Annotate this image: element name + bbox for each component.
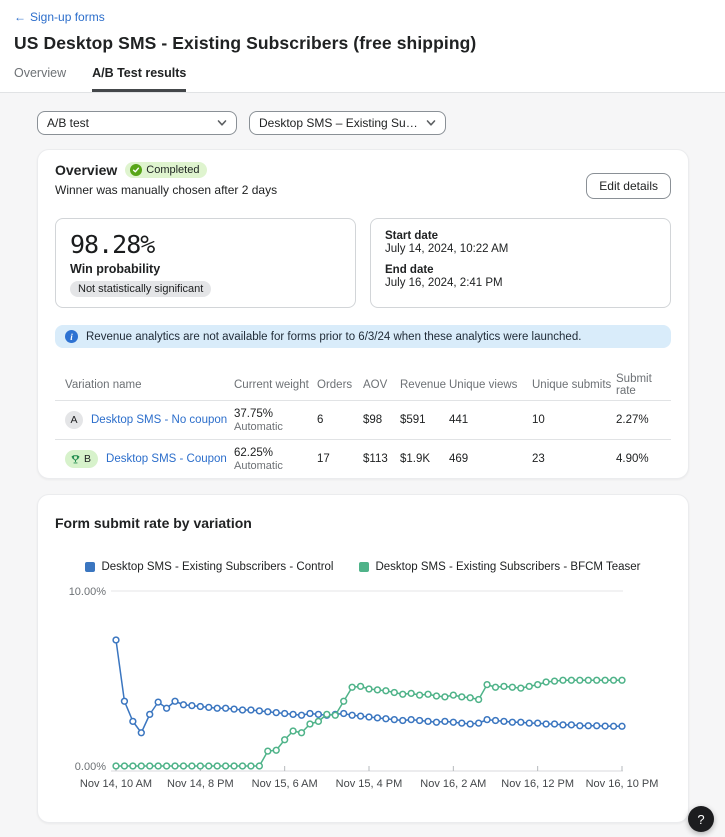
svg-text:Nov 16, 2 AM: Nov 16, 2 AM [420, 778, 486, 790]
variation-b-aov: $113 [363, 453, 400, 465]
svg-text:Nov 16, 12 PM: Nov 16, 12 PM [501, 778, 574, 790]
variation-b-submit-rate: 4.90% [616, 453, 671, 465]
svg-text:Nov 16, 10 PM: Nov 16, 10 PM [586, 778, 659, 790]
legend-swatch-control [85, 562, 95, 572]
check-circle-icon [130, 164, 142, 176]
table-row-variation-a: A Desktop SMS - No coupon 37.75% Automat… [55, 400, 671, 439]
col-orders: Orders [317, 379, 363, 391]
variation-b-link[interactable]: Desktop SMS - Coupon [106, 453, 227, 465]
variation-a-unique-submits: 10 [532, 414, 616, 426]
variant-b-winner-badge: B [65, 450, 98, 468]
significance-badge: Not statistically significant [70, 281, 211, 297]
legend-label-control: Desktop SMS - Existing Subscribers - Con… [101, 561, 333, 573]
start-date-value: July 14, 2024, 10:22 AM [385, 243, 656, 255]
chart-legend: Desktop SMS - Existing Subscribers - Con… [55, 561, 671, 573]
chart-card: Form submit rate by variation Desktop SM… [37, 494, 689, 823]
variation-b-weight-mode: Automatic [234, 460, 317, 472]
variation-a-link[interactable]: Desktop SMS - No coupon [91, 414, 227, 426]
chevron-down-icon [426, 118, 436, 128]
page-title: US Desktop SMS - Existing Subscribers (f… [14, 33, 711, 54]
variation-b-orders: 17 [317, 453, 363, 465]
variation-a-orders: 6 [317, 414, 363, 426]
variation-a-submit-rate: 2.27% [616, 414, 671, 426]
info-banner: i Revenue analytics are not available fo… [55, 325, 671, 348]
dates-box: Start date July 14, 2024, 10:22 AM End d… [370, 218, 671, 308]
col-revenue: Revenue [400, 379, 449, 391]
end-date-label: End date [385, 264, 656, 276]
variation-a-weight-mode: Automatic [234, 421, 317, 433]
tab-overview[interactable]: Overview [14, 66, 66, 92]
col-aov: AOV [363, 379, 400, 391]
variation-a-unique-views: 441 [449, 414, 532, 426]
col-unique-submits: Unique submits [532, 379, 616, 391]
back-link-label: Sign-up forms [30, 10, 105, 24]
variation-a-revenue: $591 [400, 414, 449, 426]
legend-item-control: Desktop SMS - Existing Subscribers - Con… [85, 561, 333, 573]
overview-subtitle: Winner was manually chosen after 2 days [55, 183, 671, 197]
form-select[interactable]: Desktop SMS – Existing Subscribers T... [249, 111, 446, 135]
svg-text:Nov 15, 6 AM: Nov 15, 6 AM [252, 778, 318, 790]
info-banner-text: Revenue analytics are not available for … [86, 331, 581, 343]
svg-text:Nov 15, 4 PM: Nov 15, 4 PM [336, 778, 403, 790]
col-unique-views: Unique views [449, 379, 532, 391]
end-date-value: July 16, 2024, 2:41 PM [385, 277, 656, 289]
tab-bar: Overview A/B Test results [14, 66, 711, 92]
main-content: A/B test Desktop SMS – Existing Subscrib… [0, 93, 725, 837]
overview-card: Overview Completed Winner was manually c… [37, 149, 689, 479]
trophy-icon [70, 454, 81, 465]
edit-details-button[interactable]: Edit details [586, 173, 671, 199]
tab-ab-test-results[interactable]: A/B Test results [92, 66, 186, 92]
chart-area: 10.00% 0.00% Nov 14, 10 AM Nov 14, 8 PM Nov … [55, 581, 671, 798]
end-date-block: End date July 16, 2024, 2:41 PM [385, 264, 656, 289]
help-button[interactable]: ? [688, 806, 714, 832]
status-badge-completed: Completed [125, 162, 207, 178]
back-arrow-icon: ← [14, 10, 26, 24]
legend-swatch-bfcm-teaser [359, 562, 369, 572]
chart-title: Form submit rate by variation [55, 515, 671, 531]
start-date-label: Start date [385, 230, 656, 242]
page: ← Sign-up forms US Desktop SMS - Existin… [0, 0, 725, 837]
filters-row: A/B test Desktop SMS – Existing Subscrib… [37, 111, 689, 135]
variations-table: Variation name Current weight Orders AOV… [55, 370, 671, 478]
variation-b-revenue: $1.9K [400, 453, 449, 465]
metrics-row: 98.28% Win probability Not statistically… [55, 218, 671, 308]
question-mark-icon: ? [697, 812, 704, 827]
variant-a-badge: A [65, 411, 83, 429]
variation-b-weight: 62.25% [234, 447, 317, 459]
svg-text:Nov 14, 10 AM: Nov 14, 10 AM [80, 778, 152, 790]
svg-text:0.00%: 0.00% [75, 761, 106, 773]
col-submit-rate: Submit rate [616, 373, 671, 397]
topbar: ← Sign-up forms US Desktop SMS - Existin… [0, 0, 725, 93]
variant-b-badge-label: B [84, 453, 91, 465]
svg-text:10.00%: 10.00% [69, 586, 107, 598]
chevron-down-icon [217, 118, 227, 128]
legend-item-bfcm-teaser: Desktop SMS - Existing Subscribers - BFC… [359, 561, 640, 573]
form-select-value: Desktop SMS – Existing Subscribers T... [259, 116, 418, 130]
overview-header: Overview Completed [55, 162, 671, 178]
variation-b-unique-views: 469 [449, 453, 532, 465]
svg-text:Nov 14, 8 PM: Nov 14, 8 PM [167, 778, 234, 790]
table-row-variation-b: B Desktop SMS - Coupon 62.25% Automatic … [55, 439, 671, 478]
variation-a-weight: 37.75% [234, 408, 317, 420]
win-probability-value: 98.28% [70, 230, 341, 259]
col-current-weight: Current weight [234, 379, 317, 391]
submit-rate-line-chart: 10.00% 0.00% Nov 14, 10 AM Nov 14, 8 PM Nov … [55, 581, 675, 793]
status-badge-label: Completed [146, 164, 199, 176]
start-date-block: Start date July 14, 2024, 10:22 AM [385, 230, 656, 255]
overview-heading: Overview [55, 162, 117, 178]
back-link-signup-forms[interactable]: ← Sign-up forms [14, 10, 105, 24]
info-icon: i [65, 330, 78, 343]
test-type-select[interactable]: A/B test [37, 111, 237, 135]
win-probability-label: Win probability [70, 262, 341, 276]
variation-a-aov: $98 [363, 414, 400, 426]
col-variation-name: Variation name [65, 379, 234, 391]
variation-b-unique-submits: 23 [532, 453, 616, 465]
win-probability-box: 98.28% Win probability Not statistically… [55, 218, 356, 308]
legend-label-bfcm-teaser: Desktop SMS - Existing Subscribers - BFC… [375, 561, 640, 573]
variations-table-header: Variation name Current weight Orders AOV… [55, 370, 671, 400]
test-type-select-value: A/B test [47, 116, 89, 130]
